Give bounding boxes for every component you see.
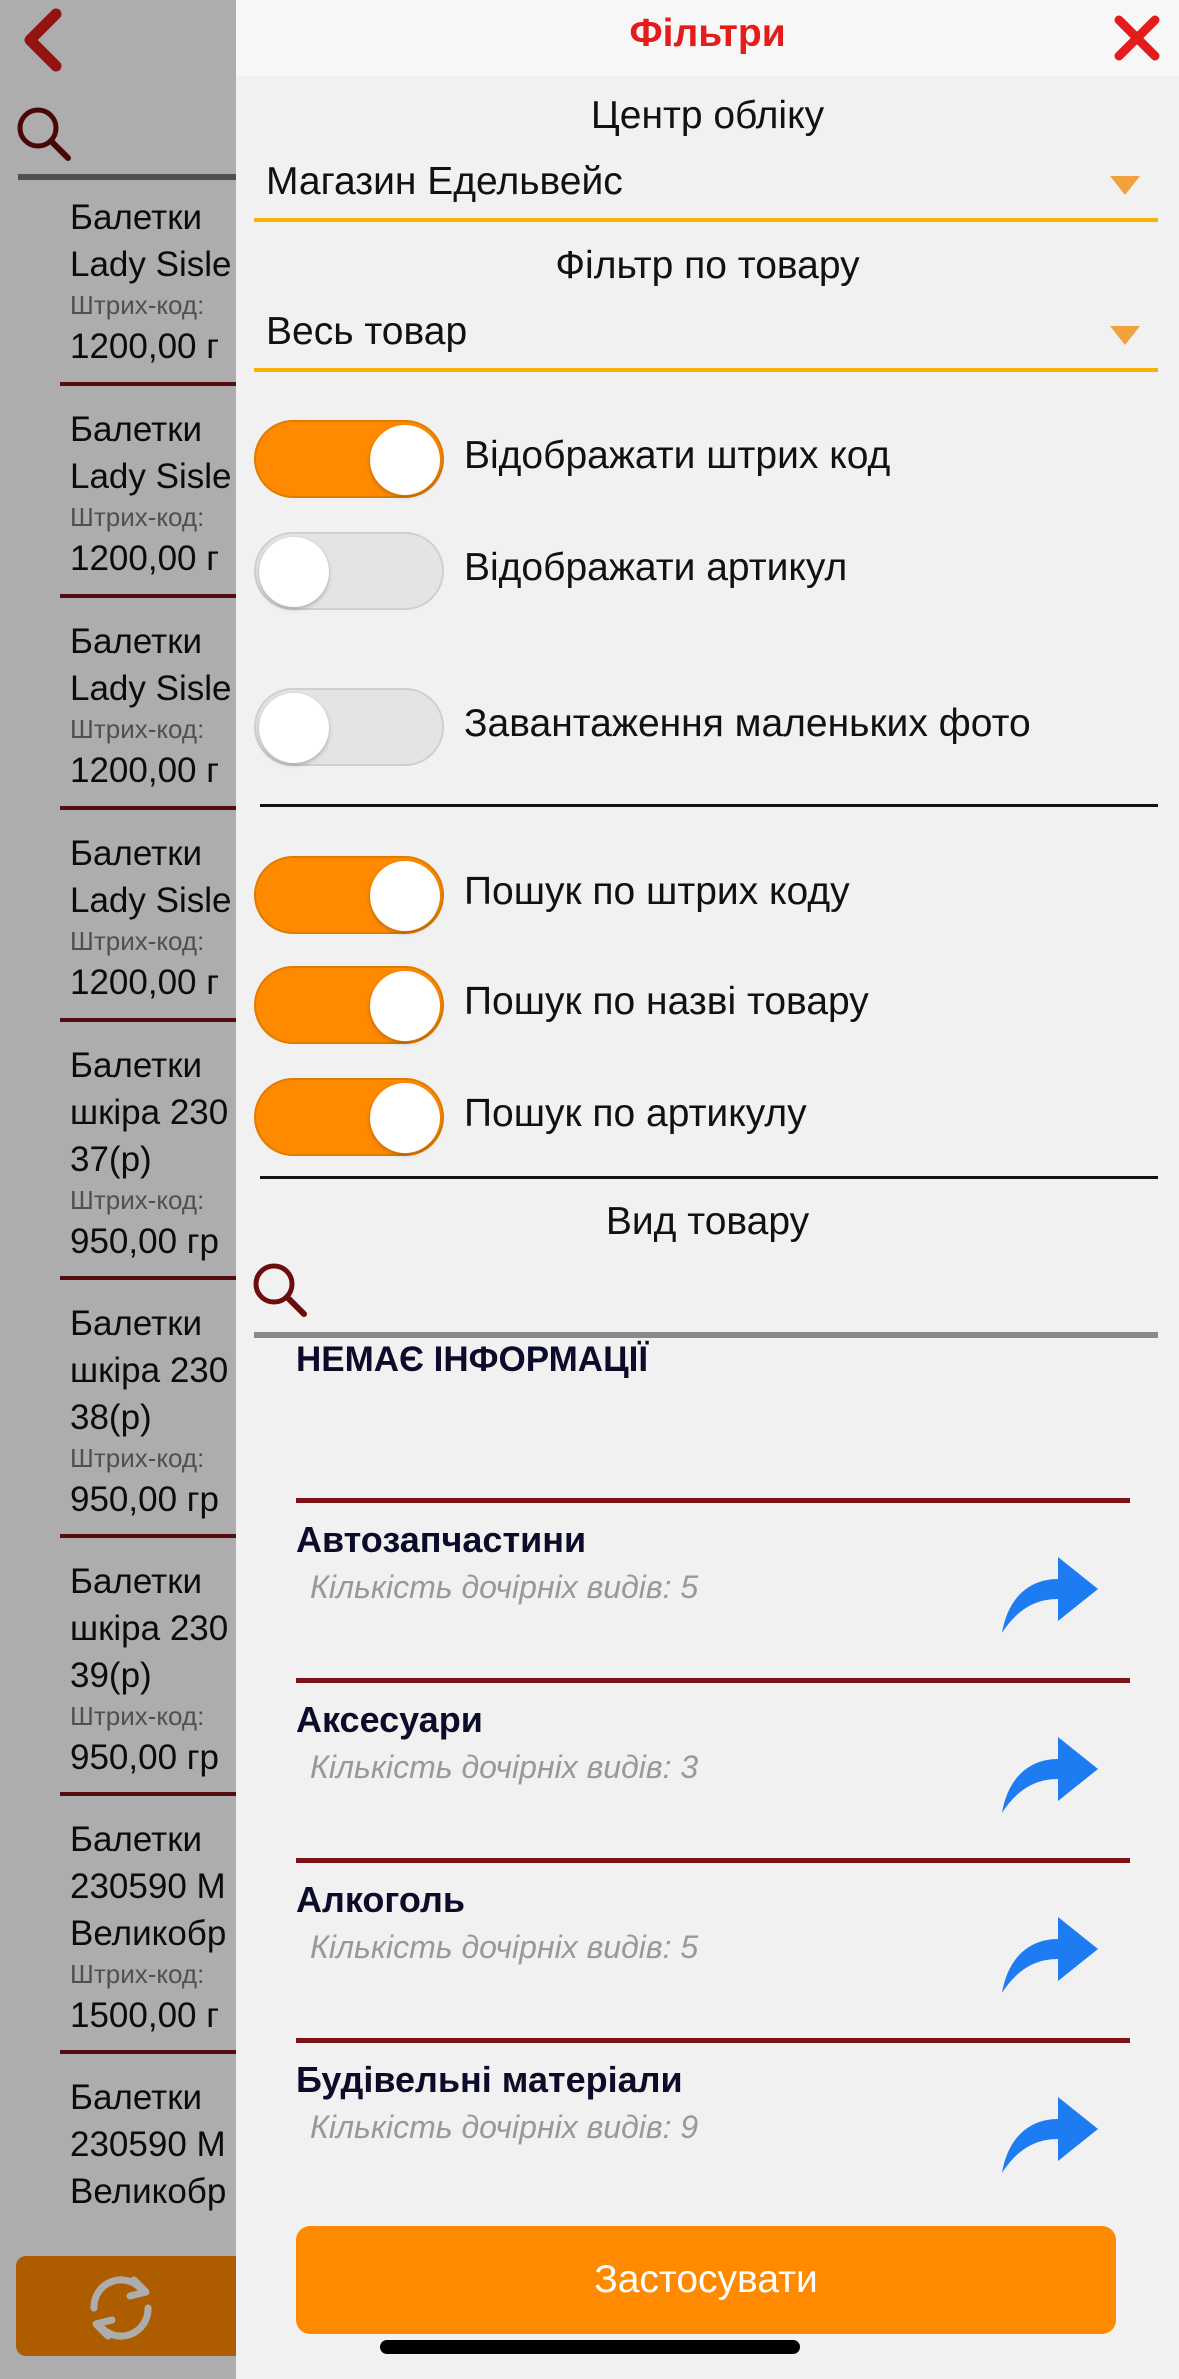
switch-knob bbox=[370, 861, 440, 931]
toggle-search-barcode: Пошук по штрих коду bbox=[254, 856, 1154, 938]
switch-knob bbox=[259, 693, 329, 763]
switch-knob bbox=[370, 425, 440, 495]
toggle-label: Відображати штрих код bbox=[464, 434, 891, 477]
filters-title: Фільтри bbox=[629, 12, 786, 55]
divider bbox=[260, 804, 1158, 807]
switch-search-barcode[interactable] bbox=[254, 856, 444, 934]
switch-search-name[interactable] bbox=[254, 966, 444, 1044]
switch-knob bbox=[370, 971, 440, 1041]
filters-header: Фільтри bbox=[236, 0, 1179, 76]
center-select-value: Магазин Едельвейс bbox=[266, 160, 623, 203]
center-label: Центр обліку bbox=[590, 94, 825, 137]
switch-small-photos[interactable] bbox=[254, 688, 444, 766]
dropdown-caret-icon bbox=[1110, 326, 1140, 345]
category-name: Алкоголь bbox=[296, 1879, 466, 1920]
category-item[interactable]: Аксесуари Кількість дочірніх видів: 3 bbox=[296, 1678, 1130, 1861]
toggle-label: Завантаження маленьких фото bbox=[464, 702, 1031, 745]
search-input[interactable] bbox=[254, 1332, 1158, 1338]
category-count: Кількість дочірніх видів: 5 bbox=[310, 1569, 699, 1605]
close-icon[interactable] bbox=[1111, 12, 1163, 64]
switch-show-barcode[interactable] bbox=[254, 420, 444, 498]
forward-arrow-icon[interactable] bbox=[998, 1729, 1102, 1817]
home-indicator[interactable] bbox=[380, 2340, 800, 2354]
toggle-label: Пошук по артикулу bbox=[464, 1092, 807, 1135]
category-item[interactable]: Автозапчастини Кількість дочірніх видів:… bbox=[296, 1498, 1130, 1681]
apply-button-label: Застосувати bbox=[594, 2258, 818, 2301]
category-name: Автозапчастини bbox=[296, 1519, 587, 1560]
filters-panel: Фільтри Центр обліку Магазин Едельвейс Ф… bbox=[236, 0, 1179, 2379]
dropdown-caret-icon bbox=[1110, 176, 1140, 195]
category-count: Кількість дочірніх видів: 9 bbox=[310, 2109, 699, 2145]
toggle-label: Відображати артикул bbox=[464, 546, 848, 589]
product-filter-label: Фільтр по товару bbox=[555, 244, 860, 287]
toggle-label: Пошук по назві товару bbox=[464, 980, 869, 1023]
apply-button[interactable]: Застосувати bbox=[296, 2226, 1116, 2334]
category-item[interactable]: Алкоголь Кількість дочірніх видів: 5 bbox=[296, 1858, 1130, 2041]
forward-arrow-icon[interactable] bbox=[998, 2089, 1102, 2177]
category-count: Кількість дочірніх видів: 5 bbox=[310, 1929, 699, 1965]
toggle-label: Пошук по штрих коду bbox=[464, 870, 850, 913]
toggle-small-photos: Завантаження маленьких фото bbox=[254, 688, 1154, 770]
forward-arrow-icon[interactable] bbox=[998, 1909, 1102, 1997]
toggle-search-article: Пошук по артикулу bbox=[254, 1078, 1154, 1160]
switch-search-article[interactable] bbox=[254, 1078, 444, 1156]
toggle-search-name: Пошук по назві товару bbox=[254, 966, 1154, 1048]
center-select[interactable]: Магазин Едельвейс bbox=[254, 156, 1158, 222]
category-name: Будівельні матеріали bbox=[296, 2059, 683, 2100]
product-filter-select[interactable]: Весь товар bbox=[254, 306, 1158, 372]
divider bbox=[260, 1176, 1158, 1179]
category-name: Аксесуари bbox=[296, 1699, 483, 1740]
product-type-label: Вид товару bbox=[605, 1200, 810, 1243]
forward-arrow-icon[interactable] bbox=[998, 1549, 1102, 1637]
toggle-show-article: Відображати артикул bbox=[254, 532, 1154, 614]
switch-knob bbox=[259, 537, 329, 607]
product-filter-value: Весь товар bbox=[266, 310, 468, 353]
switch-show-article[interactable] bbox=[254, 532, 444, 610]
switch-knob bbox=[370, 1083, 440, 1153]
category-item[interactable]: Будівельні матеріали Кількість дочірніх … bbox=[296, 2038, 1130, 2221]
category-count: Кількість дочірніх видів: 3 bbox=[310, 1749, 699, 1785]
search-icon[interactable] bbox=[250, 1260, 310, 1325]
toggle-show-barcode: Відображати штрих код bbox=[254, 420, 1154, 502]
no-info-text: НЕМАЄ ІНФОРМАЦІЇ bbox=[296, 1340, 649, 1379]
